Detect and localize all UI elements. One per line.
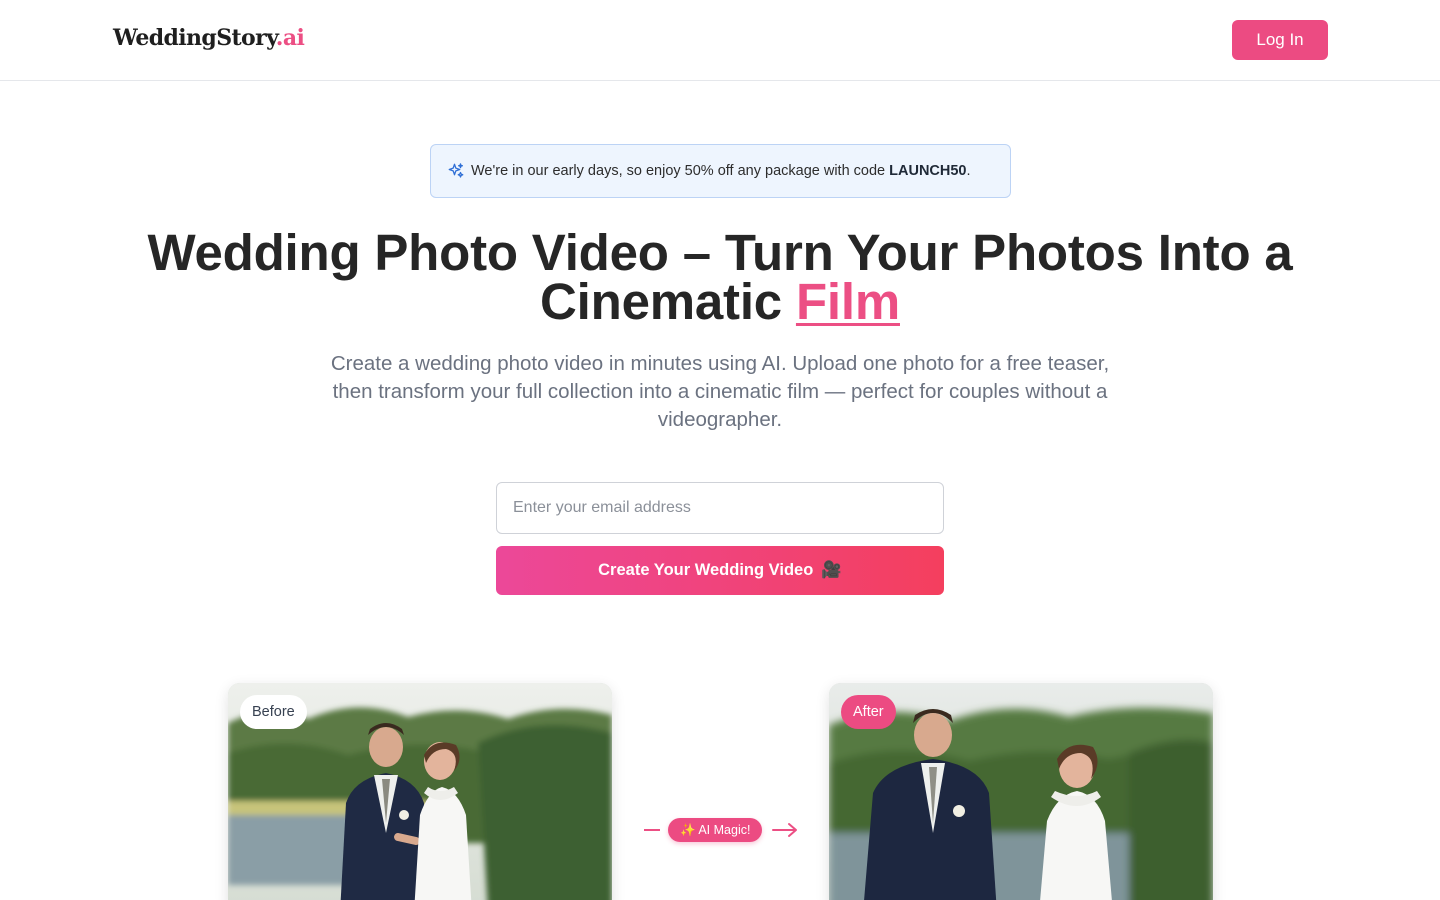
promo-code: LAUNCH50 <box>889 163 967 179</box>
ai-magic-connector: ✨ AI Magic! <box>640 814 800 844</box>
promo-text: We're in our early days, so enjoy 50% of… <box>471 163 971 179</box>
logo-main: WeddingStory <box>113 25 276 51</box>
login-button[interactable]: Log In <box>1232 20 1328 60</box>
title-accent: Film <box>795 273 900 330</box>
before-badge: Before <box>240 695 307 729</box>
before-photo-card: Before <box>228 683 612 900</box>
hero-subtitle: Create a wedding photo video in minutes … <box>330 352 1110 431</box>
after-photo-card: After <box>829 683 1213 900</box>
ai-magic-pill: ✨ AI Magic! <box>668 818 763 842</box>
sparkles-icon <box>447 162 465 180</box>
page-title: Wedding Photo Video – Turn Your Photos I… <box>147 224 1293 330</box>
cta-label: Create Your Wedding Video <box>598 561 814 579</box>
arrow-right-icon <box>772 823 797 837</box>
video-camera-icon: 🎥 <box>821 561 842 579</box>
create-video-button[interactable]: Create Your Wedding Video 🎥 <box>496 546 944 595</box>
logo-suffix: .ai <box>275 25 305 51</box>
promo-banner: We're in our early days, so enjoy 50% of… <box>430 144 1011 198</box>
after-badge: After <box>841 695 896 729</box>
top-header: WeddingStory.ai Log In <box>0 0 1440 81</box>
connector-line <box>644 829 660 831</box>
email-input[interactable] <box>496 482 944 534</box>
logo[interactable]: WeddingStory.ai <box>113 25 305 55</box>
